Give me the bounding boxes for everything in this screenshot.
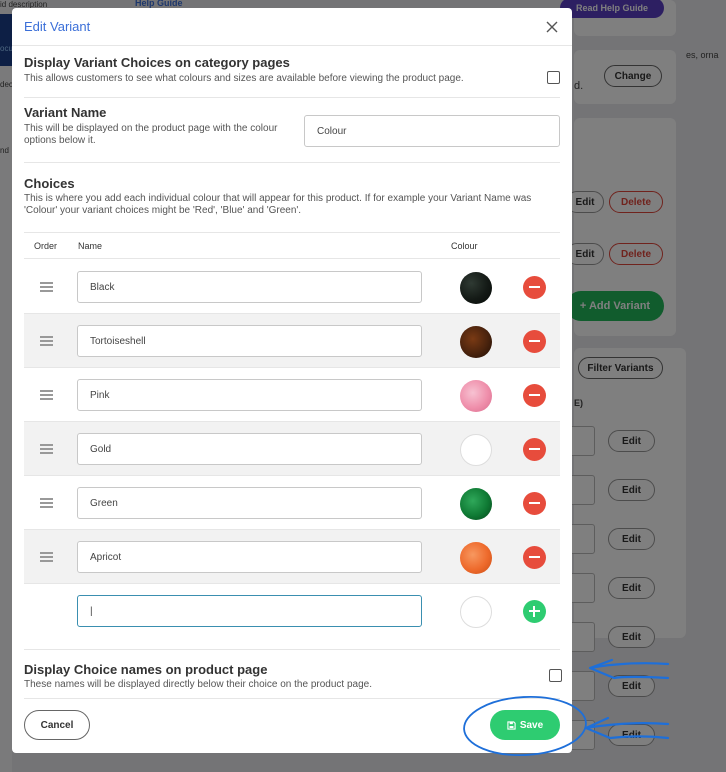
save-button[interactable]: Save <box>490 710 560 740</box>
name-column-header: Name <box>78 241 103 251</box>
variant-name-description: This will be displayed on the product pa… <box>24 123 278 146</box>
remove-choice-button[interactable] <box>523 330 546 353</box>
choices-section: Choices This is where you add each indiv… <box>24 176 560 217</box>
display-names-checkbox[interactable] <box>549 669 562 682</box>
display-choices-section: Display Variant Choices on category page… <box>24 55 560 98</box>
edit-variant-modal: Edit Variant Display Variant Choices on … <box>12 8 572 753</box>
drag-handle-icon[interactable] <box>40 336 53 346</box>
choice-name-input[interactable] <box>77 379 422 411</box>
drag-handle-icon[interactable] <box>40 552 53 562</box>
variant-name-input[interactable] <box>304 115 560 147</box>
choice-name-input[interactable] <box>77 325 422 357</box>
choice-row <box>24 368 560 422</box>
choices-title: Choices <box>24 176 75 191</box>
save-icon <box>507 720 516 730</box>
colour-column-header: Colour <box>451 241 478 251</box>
choice-row <box>24 476 560 530</box>
apricot-swatch[interactable] <box>460 542 492 574</box>
pink-swatch[interactable] <box>460 380 492 412</box>
modal-title: Edit Variant <box>24 19 91 34</box>
choice-row <box>24 260 560 314</box>
black-swatch[interactable] <box>460 272 492 304</box>
display-choices-description: This allows customers to see what colour… <box>24 73 464 84</box>
choices-table-header: Order Name Colour <box>24 232 560 259</box>
drag-handle-icon[interactable] <box>40 390 53 400</box>
choice-row <box>24 314 560 368</box>
new-choice-row <box>24 584 560 638</box>
new-choice-input[interactable] <box>77 595 422 627</box>
modal-header: Edit Variant <box>12 8 572 46</box>
display-choices-title: Display Variant Choices on category page… <box>24 55 290 70</box>
display-names-section: Display Choice names on product page The… <box>24 649 562 699</box>
gold-swatch[interactable] <box>460 434 492 466</box>
order-column-header: Order <box>34 241 58 251</box>
green-swatch[interactable] <box>460 488 492 520</box>
remove-choice-button[interactable] <box>523 546 546 569</box>
choice-row <box>24 422 560 476</box>
drag-handle-icon[interactable] <box>40 282 53 292</box>
choice-name-input[interactable] <box>77 271 422 303</box>
tortoiseshell-swatch[interactable] <box>460 326 492 358</box>
choice-name-input[interactable] <box>77 487 422 519</box>
display-names-title: Display Choice names on product page <box>24 662 268 677</box>
add-choice-button[interactable] <box>523 600 546 623</box>
choice-name-input[interactable] <box>77 433 422 465</box>
variant-name-section: Variant Name This will be displayed on t… <box>24 105 560 163</box>
drag-handle-icon[interactable] <box>40 444 53 454</box>
new-choice-swatch[interactable] <box>460 596 492 628</box>
remove-choice-button[interactable] <box>523 276 546 299</box>
close-icon[interactable] <box>544 19 560 35</box>
choice-name-input[interactable] <box>77 541 422 573</box>
choices-description: This is where you add each individual co… <box>24 193 532 216</box>
drag-handle-icon[interactable] <box>40 498 53 508</box>
remove-choice-button[interactable] <box>523 384 546 407</box>
choice-row <box>24 530 560 584</box>
remove-choice-button[interactable] <box>523 492 546 515</box>
cancel-button[interactable]: Cancel <box>24 710 90 740</box>
display-choices-checkbox[interactable] <box>547 71 560 84</box>
remove-choice-button[interactable] <box>523 438 546 461</box>
display-names-description: These names will be displayed directly b… <box>24 679 372 690</box>
